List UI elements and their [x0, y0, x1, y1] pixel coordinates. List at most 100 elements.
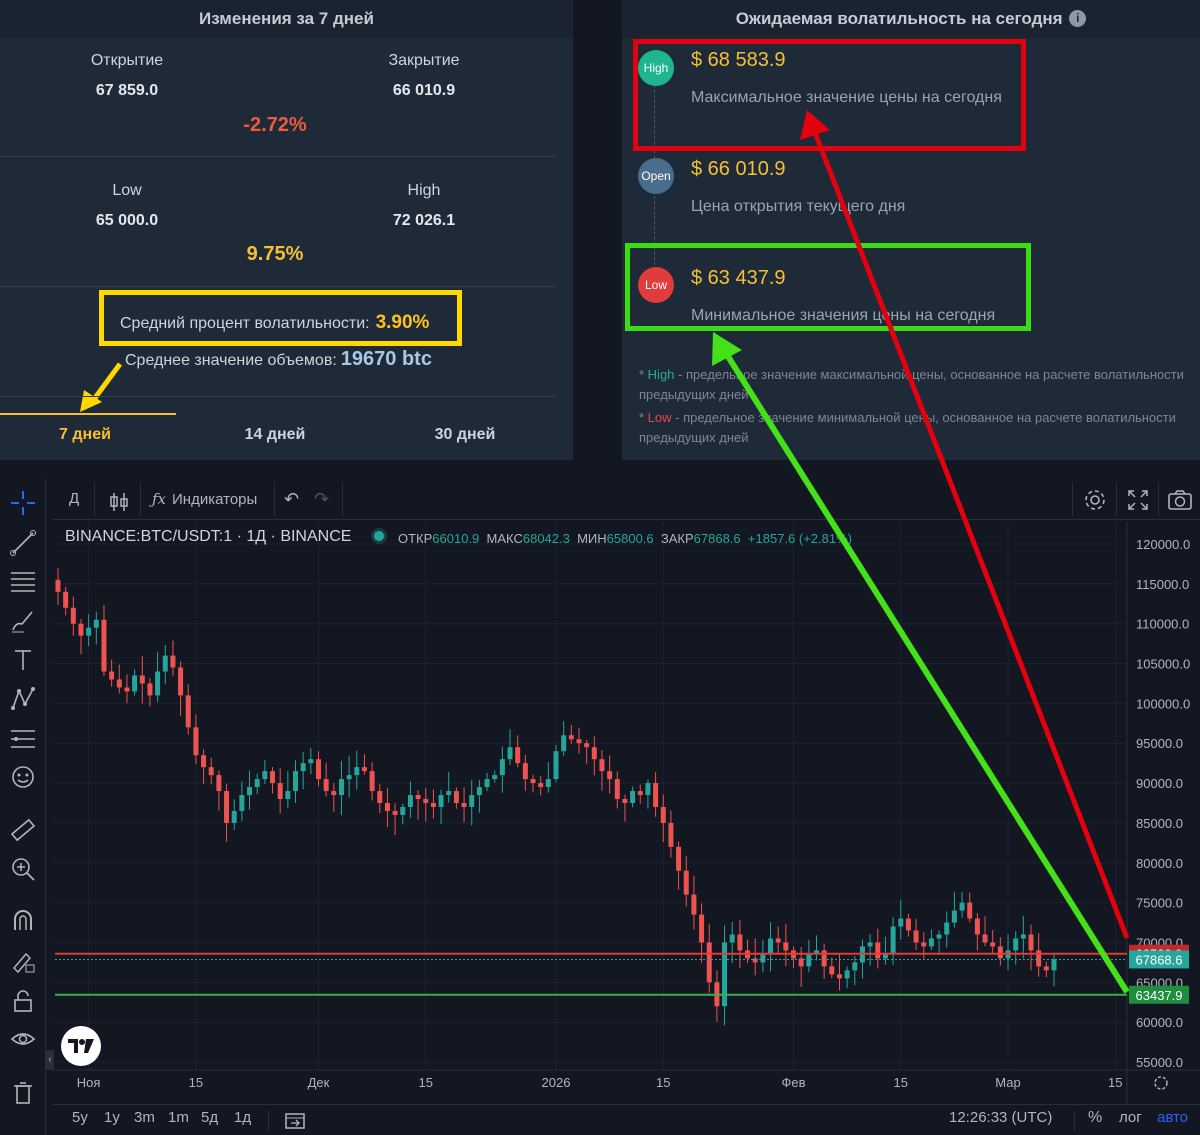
y-tick-label: 55000.0 [1136, 1055, 1183, 1070]
candle-body [951, 910, 957, 923]
x-tick-label: 15 [1108, 1075, 1122, 1090]
note-high-key: High [647, 367, 675, 382]
candle-body [185, 695, 191, 728]
candle-body [706, 942, 712, 983]
x-tick-label: 15 [419, 1075, 433, 1090]
price-label: 67868.6 [1136, 952, 1183, 967]
clock[interactable]: 12:26:33 (UTC) [949, 1109, 1052, 1126]
candle-body [315, 759, 321, 780]
open-value: 66010.9 [432, 531, 480, 546]
x-tick-label: 2026 [542, 1075, 571, 1090]
candle-body [944, 922, 950, 935]
percent-scale-toggle[interactable]: % [1088, 1109, 1102, 1127]
y-tick-label: 85000.0 [1136, 816, 1183, 831]
weekly-changes-title: Изменения за 7 дней [0, 0, 573, 38]
avg-volume-value: 19670 btc [340, 348, 432, 370]
change-percent: -2.72% [243, 114, 307, 136]
candle-body [653, 783, 659, 807]
auto-scale-toggle[interactable]: авто [1157, 1109, 1188, 1126]
open-price: $ 66 010.9 [691, 158, 786, 180]
candle-body [492, 775, 498, 780]
close-label: ЗАКР [660, 531, 694, 546]
note-low: * Low - предельное значение минимальной … [639, 410, 1176, 445]
candle-body [293, 771, 299, 792]
candle-body [905, 918, 911, 931]
candle-body [760, 954, 766, 963]
candle-body [155, 671, 161, 696]
high-label: МАКС [486, 531, 523, 546]
candle-body [928, 938, 934, 947]
yellow-arrow-icon [80, 362, 123, 412]
tradingview-logo[interactable] [61, 1026, 101, 1066]
market-status-icon [373, 531, 384, 541]
candle-body [438, 795, 444, 807]
candle-body [867, 942, 873, 947]
candle-body [507, 747, 513, 760]
candle-body [400, 806, 406, 815]
candle-body [990, 942, 996, 947]
candle-body [361, 767, 367, 772]
range-1m[interactable]: 1m [168, 1109, 189, 1126]
x-tick-label: Мар [995, 1075, 1020, 1090]
candle-body [208, 767, 214, 776]
tab-7-days[interactable]: 7 дней [0, 426, 175, 444]
candle-body [921, 942, 927, 947]
info-icon[interactable]: i [1069, 10, 1087, 27]
high-value: 72 026.1 [392, 212, 456, 229]
candle-body [645, 783, 651, 796]
chart-widget: ‹ Д ƒx Индикаторы ↶ ↷ 120000.0 115000.0 … [0, 478, 1200, 1135]
tab-30-days[interactable]: 30 дней [375, 426, 555, 444]
range-1d[interactable]: 1д [234, 1109, 251, 1126]
divider [268, 1111, 269, 1131]
candle-body [63, 591, 69, 608]
candle-body [607, 771, 613, 780]
candle-body [806, 954, 812, 967]
divider [0, 396, 556, 397]
range-3m[interactable]: 3m [134, 1109, 155, 1126]
y-tick-label: 115000.0 [1136, 577, 1189, 592]
candle-body [515, 747, 521, 764]
candle-body [193, 727, 199, 756]
candle-body [461, 803, 467, 807]
symbol-title: BINANCE:BTC/USDT:1 · 1Д · BINANCE [65, 528, 352, 545]
avg-volume: Среднее значение объемов: 19670 btc [125, 348, 432, 371]
range-1y[interactable]: 1y [104, 1109, 120, 1126]
note-low-key: Low [647, 410, 672, 425]
range-5y[interactable]: 5y [72, 1109, 88, 1126]
candle-body [852, 962, 858, 971]
candle-body [101, 619, 107, 672]
candle-body [568, 735, 574, 740]
candle-body [538, 783, 544, 788]
candle-body [722, 942, 728, 1007]
candle-body [829, 966, 835, 975]
x-tick-label: 15 [894, 1075, 908, 1090]
candle-body [737, 934, 743, 951]
scale-settings-icon[interactable] [1154, 1076, 1168, 1090]
y-tick-label: 95000.0 [1136, 736, 1183, 751]
candle-body [70, 607, 76, 624]
price-chart[interactable]: 120000.0 115000.0 110000.0 105000.0 100000.0… [0, 478, 1200, 1104]
candle-body [668, 822, 674, 847]
candle-body [1043, 966, 1049, 971]
candle-body [300, 763, 306, 772]
candle-body [78, 623, 84, 636]
candle-body [377, 791, 383, 803]
range-5d[interactable]: 5д [201, 1109, 218, 1126]
y-tick-label: 100000.0 [1136, 696, 1190, 711]
candle-body [109, 671, 115, 680]
candle-body [247, 787, 253, 796]
candle-body [93, 619, 99, 628]
high-stat: High 72 026.1 [324, 182, 524, 230]
candle-body [699, 914, 705, 943]
tab-14-days[interactable]: 14 дней [185, 426, 365, 444]
candle-body [277, 783, 283, 800]
date-range-icon[interactable] [284, 1110, 306, 1135]
candle-body [239, 795, 245, 811]
candle-body [270, 771, 276, 784]
log-scale-toggle[interactable]: лог [1119, 1109, 1142, 1126]
chart-bottom-bar: 5y 1y 3m 1m 5д 1д 12:26:33 (UTC) % лог а… [52, 1104, 1200, 1135]
candle-body [783, 942, 789, 951]
candle-body [591, 747, 597, 760]
candle-body [231, 810, 237, 823]
candle-body [844, 970, 850, 979]
